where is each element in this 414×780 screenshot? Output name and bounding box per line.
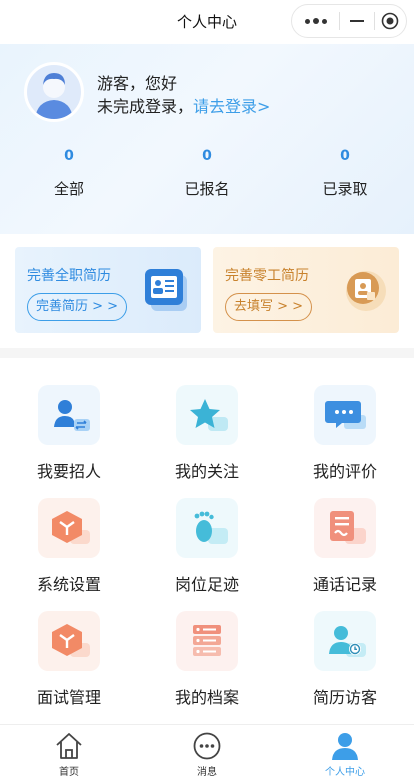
interview-box-icon [38,611,100,671]
menu-item-follow[interactable]: 我的关注 [138,358,276,481]
section-divider [0,348,414,358]
greeting-text: 游客，您好 [97,74,178,93]
menu-item-archive[interactable]: 我的档案 [138,584,276,707]
stat-value: 0 [64,148,74,164]
menu-item-settings[interactable]: 系统设置 [0,471,138,594]
menu-item-resume-visitor[interactable]: 简历访客 [276,584,414,707]
stat-all[interactable]: 0 全部 [0,148,138,199]
menu-item-review[interactable]: 我的评价 [276,358,414,481]
archive-icon [176,611,238,671]
stat-label: 已报名 [184,180,230,198]
avatar[interactable] [24,62,84,122]
menu-item-interview[interactable]: 面试管理 [0,584,138,707]
function-grid: 我要招人 我的关注 我的评价 系统设置 岗位足迹 通话记录 面试管理 我的档案 … [0,358,414,707]
stat-hired[interactable]: 0 已录取 [276,148,414,199]
menu-item-label: 我的档案 [174,688,239,707]
card-title: 完善全职简历 [27,268,111,284]
menu-item-label: 简历访客 [312,688,377,707]
profile-icon [330,731,360,761]
application-stats: 0 全部 0 已报名 0 已录取 [0,148,414,199]
stat-applied[interactable]: 0 已报名 [138,148,276,199]
resume-card-icon [145,267,189,313]
comment-icon [314,385,376,445]
more-dots-icon[interactable] [292,18,339,24]
tab-messages[interactable]: 消息 [138,725,276,780]
call-log-icon [314,498,376,558]
close-target-icon[interactable] [375,12,406,30]
tab-label: 消息 [197,767,217,778]
profile-header: 游客，您好 未完成登录，请去登录> 0 全部 0 已报名 0 已录取 [0,44,414,234]
bottom-tab-bar: 首页 消息 个人中心 [0,724,414,780]
menu-item-recruit[interactable]: 我要招人 [0,358,138,481]
settings-box-icon [38,498,100,558]
mini-program-capsule [291,4,407,38]
gig-resume-icon [343,267,387,313]
tab-label: 首页 [59,767,79,778]
navigation-bar: 个人中心 [0,0,414,44]
message-icon [192,731,222,761]
login-link[interactable]: 请去登录> [193,97,270,116]
tab-label: 个人中心 [325,767,365,778]
part-time-resume-card[interactable]: 完善零工简历 去填写 > > [213,247,399,333]
visitor-icon [314,611,376,671]
full-time-resume-card[interactable]: 完善全职简历 完善简历 > > [15,247,201,333]
login-prompt: 未完成登录， [97,97,194,116]
tab-profile[interactable]: 个人中心 [276,725,414,780]
complete-resume-button[interactable]: 完善简历 > > [27,293,128,321]
tab-home[interactable]: 首页 [0,725,138,780]
login-status: 未完成登录，请去登录> [97,93,270,117]
card-title: 完善零工简历 [225,268,309,284]
menu-item-footprint[interactable]: 岗位足迹 [138,471,276,594]
footprint-icon [176,498,238,558]
stat-label: 已录取 [322,180,368,198]
menu-item-call-log[interactable]: 通话记录 [276,471,414,594]
stat-value: 0 [202,148,212,164]
star-icon [176,385,238,445]
recruit-icon [38,385,100,445]
menu-item-label: 面试管理 [36,688,101,707]
stat-label: 全部 [53,180,84,198]
home-icon [54,731,84,761]
minimize-icon[interactable] [340,20,373,22]
fill-in-button[interactable]: 去填写 > > [225,293,313,321]
stat-value: 0 [340,148,350,164]
